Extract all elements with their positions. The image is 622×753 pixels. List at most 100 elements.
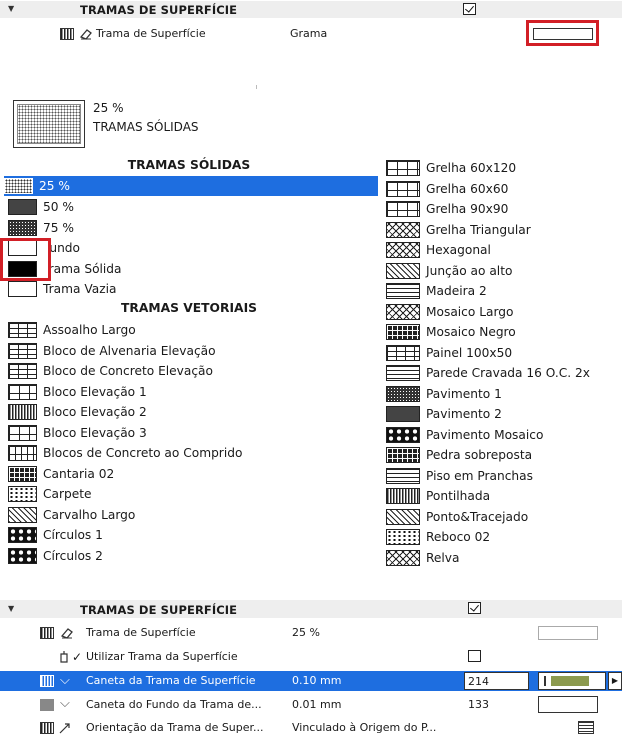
collapse-triangle-icon[interactable]: ▼ xyxy=(8,604,14,613)
pen-pattern-icon xyxy=(40,675,54,687)
orientation-arrow-icon xyxy=(58,721,72,735)
list-item-25[interactable]: 25 % xyxy=(4,176,378,196)
large-mosaic-icon xyxy=(386,304,420,320)
background-pen-swatch[interactable] xyxy=(538,696,598,713)
list-item-50[interactable]: 50 % xyxy=(8,197,74,217)
orientation-lines-icon[interactable] xyxy=(578,721,594,734)
divider-tick xyxy=(256,85,257,89)
list-item-grelha-60x120[interactable]: Grelha 60x120 xyxy=(386,158,516,178)
hexagon-pattern-icon xyxy=(386,242,420,258)
list-item-reboco[interactable]: Reboco 02 xyxy=(386,527,490,547)
plaster-pattern-icon xyxy=(386,529,420,545)
bottom-section-checkbox[interactable] xyxy=(468,602,481,614)
floor-pattern-icon xyxy=(8,322,37,338)
background-pen-swatch-icon xyxy=(40,699,54,711)
stack-bond-icon xyxy=(386,263,420,279)
pen-number-field[interactable]: 214 xyxy=(464,672,529,690)
list-item-parede-cravada[interactable]: Parede Cravada 16 O.C. 2x xyxy=(386,363,590,383)
plank-floor-icon xyxy=(386,468,420,484)
list-item-blocos-concreto[interactable]: Blocos de Concreto ao Comprido xyxy=(8,443,242,463)
list-item-grelha-triangular[interactable]: Grelha Triangular xyxy=(386,220,531,240)
dotted-pattern-icon xyxy=(386,488,420,504)
top-surface-label: Trama de Superfície xyxy=(96,27,206,40)
list-item-painel[interactable]: Painel 100x50 xyxy=(386,343,512,363)
dash-dot-icon xyxy=(386,509,420,525)
overlapping-stone-icon xyxy=(386,447,420,463)
list-item-alvenaria[interactable]: Bloco de Alvenaria Elevação xyxy=(8,341,216,361)
paving-1-icon xyxy=(386,386,420,402)
list-item-pavimento1[interactable]: Pavimento 1 xyxy=(386,384,502,404)
fill-pattern-icon xyxy=(40,627,54,639)
preview-percent: 25 % xyxy=(93,101,124,115)
list-item-bloco1[interactable]: Bloco Elevação 1 xyxy=(8,382,147,402)
list-item-mosaico-largo[interactable]: Mosaico Largo xyxy=(386,302,513,322)
top-surface-value: Grama xyxy=(290,27,328,40)
collapse-triangle-icon[interactable]: ▼ xyxy=(8,4,14,13)
circles-2-pattern-icon xyxy=(8,548,37,564)
orientation-row[interactable]: Orientação da Trama de Super... Vinculad… xyxy=(0,718,622,738)
solid-patterns-header: TRAMAS SÓLIDAS xyxy=(127,158,251,172)
circles-1-pattern-icon xyxy=(8,527,37,543)
list-item-relva[interactable]: Relva xyxy=(386,548,460,568)
black-mosaic-icon xyxy=(386,324,420,340)
list-item-pavimento-mosaico[interactable]: Pavimento Mosaico xyxy=(386,425,543,445)
pen-row-selected[interactable]: ⌵ Caneta da Trama de Superfície 0.10 mm … xyxy=(0,671,622,691)
list-item-grelha-90x90[interactable]: Grelha 90x90 xyxy=(386,199,508,219)
list-item-circulos2[interactable]: Círculos 2 xyxy=(8,546,103,566)
top-section-checkbox[interactable] xyxy=(463,3,476,15)
list-item-grelha-60x60[interactable]: Grelha 60x60 xyxy=(386,179,508,199)
eraser-icon xyxy=(60,626,74,640)
list-item-hexagonal[interactable]: Hexagonal xyxy=(386,240,491,260)
stonework-pattern-icon xyxy=(8,466,37,482)
highlight-box-left-frame xyxy=(0,238,51,281)
eraser-icon xyxy=(79,27,93,41)
list-item-juncao[interactable]: Junção ao alto xyxy=(386,261,512,281)
list-item-ponto-tracejado[interactable]: Ponto&Tracejado xyxy=(386,507,528,527)
block-2-pattern-icon xyxy=(8,404,37,420)
list-item-mosaico-negro[interactable]: Mosaico Negro xyxy=(386,322,516,342)
list-item-madeira[interactable]: Madeira 2 xyxy=(386,281,487,301)
masonry-pattern-icon xyxy=(8,343,37,359)
list-item-pavimento2[interactable]: Pavimento 2 xyxy=(386,404,502,424)
top-section-header[interactable]: ▼ TRAMAS DE SUPERFÍCIE xyxy=(0,1,622,18)
list-item-75[interactable]: 75 % xyxy=(8,218,74,238)
pen-color-swatch[interactable] xyxy=(538,672,606,690)
list-item-bloco2[interactable]: Bloco Elevação 2 xyxy=(8,402,147,422)
carpet-pattern-icon xyxy=(8,486,37,502)
pattern-swatch[interactable] xyxy=(538,626,598,640)
pattern-preview xyxy=(13,100,85,148)
mosaic-paving-icon xyxy=(386,427,420,443)
preview-name: TRAMAS SÓLIDAS xyxy=(93,120,199,134)
list-item-assoalho[interactable]: Assoalho Largo xyxy=(8,320,136,340)
lawn-pattern-icon xyxy=(386,550,420,566)
pen-picker-arrow-icon[interactable]: ▶ xyxy=(608,672,622,690)
list-item-empty[interactable]: Trama Vazia xyxy=(8,279,116,299)
oak-pattern-icon xyxy=(8,507,37,523)
list-item-cantaria[interactable]: Cantaria 02 xyxy=(8,464,114,484)
grid-90x90-icon xyxy=(386,201,420,217)
empty-pattern-icon xyxy=(8,281,37,297)
wood-pattern-icon xyxy=(386,283,420,299)
use-surface-pattern-row[interactable]: ✓ Utilizar Trama da Superfície xyxy=(0,647,622,667)
paving-2-icon xyxy=(386,406,420,422)
pattern-25-icon xyxy=(4,178,33,194)
list-item-piso-pranchas[interactable]: Piso em Pranchas xyxy=(386,466,533,486)
preview-fill xyxy=(17,104,81,144)
long-concrete-pattern-icon xyxy=(8,445,37,461)
list-item-pontilhada[interactable]: Pontilhada xyxy=(386,486,490,506)
background-pen-number: 133 xyxy=(468,698,489,711)
list-item-bloco3[interactable]: Bloco Elevação 3 xyxy=(8,423,147,443)
list-item-circulos1[interactable]: Círculos 1 xyxy=(8,525,103,545)
panel-pattern-icon xyxy=(386,345,420,361)
list-item-carpete[interactable]: Carpete xyxy=(8,484,92,504)
surface-pattern-row[interactable]: Trama de Superfície 25 % xyxy=(0,623,622,643)
grid-60x120-icon xyxy=(386,160,420,176)
bottom-section-header[interactable]: ▼ TRAMAS DE SUPERFÍCIE xyxy=(0,600,622,618)
background-pen-row[interactable]: ⌵ Caneta do Fundo da Trama de... 0.01 mm… xyxy=(0,695,622,715)
list-item-pedra[interactable]: Pedra sobreposta xyxy=(386,445,532,465)
vector-patterns-header: TRAMAS VETORIAIS xyxy=(120,301,258,315)
list-item-concreto[interactable]: Bloco de Concreto Elevação xyxy=(8,361,213,381)
check-mark-icon: ✓ xyxy=(72,650,83,664)
use-surface-pattern-checkbox[interactable] xyxy=(468,650,481,662)
list-item-carvalho[interactable]: Carvalho Largo xyxy=(8,505,135,525)
